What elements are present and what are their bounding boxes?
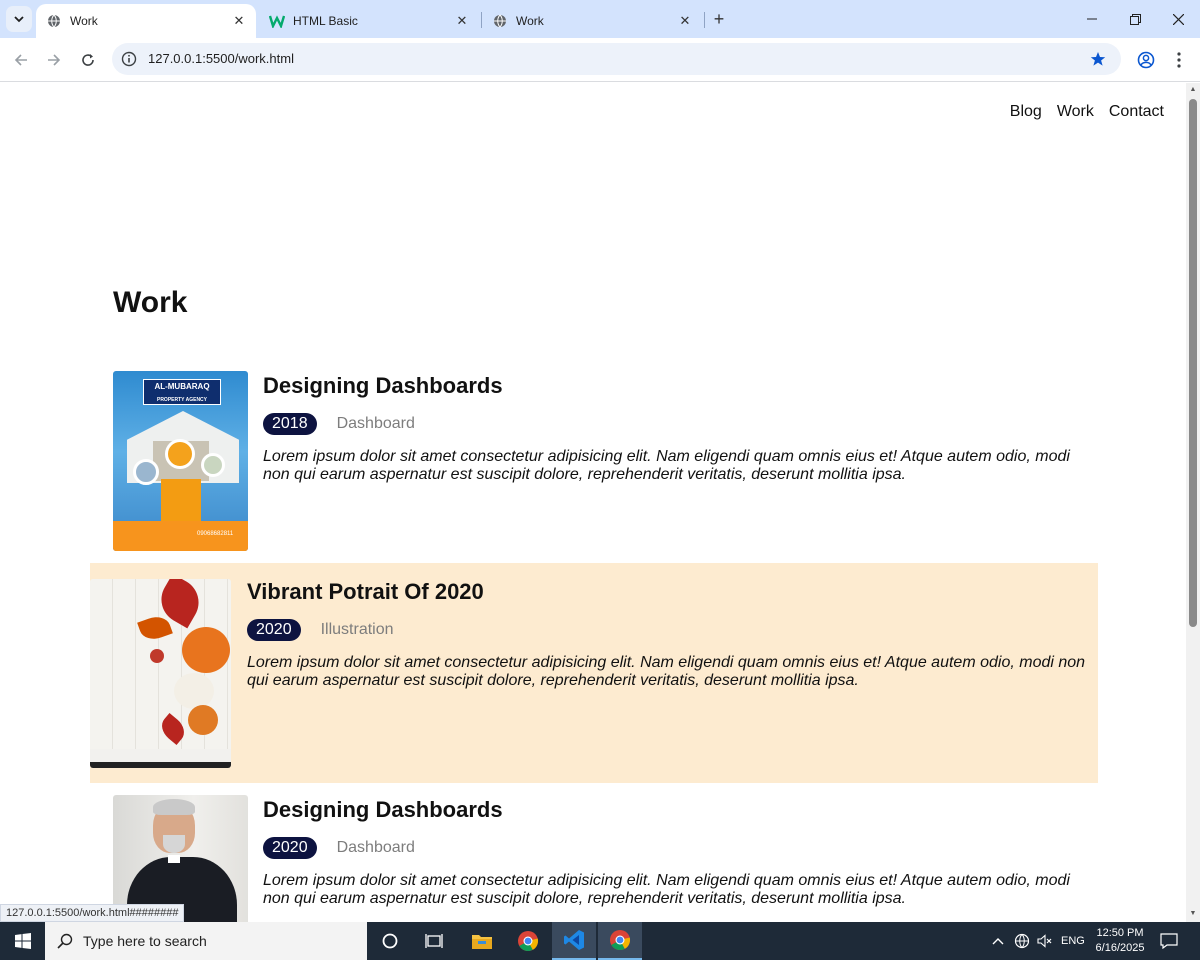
tab-html-basic[interactable]: HTML Basic ✕ <box>259 4 479 38</box>
work-meta: 2020 Illustration <box>247 619 1098 641</box>
work-title: Vibrant Potrait Of 2020 <box>247 579 484 604</box>
close-icon[interactable]: ✕ <box>453 12 471 30</box>
flyer-brand-text: AL-MUBARAQ <box>154 382 210 391</box>
work-item: AL-MUBARAQ PROPERTY AGENCY 09068682811 D… <box>113 371 1078 551</box>
nav-link-blog[interactable]: Blog <box>1010 103 1042 121</box>
globe-icon <box>46 13 62 29</box>
clock-time: 12:50 PM <box>1096 927 1144 939</box>
close-window-icon[interactable] <box>1156 0 1200 38</box>
globe-icon <box>492 13 508 29</box>
forward-arrow-icon[interactable] <box>41 47 67 73</box>
browser-tab-bar: Work ✕ HTML Basic ✕ Work ✕ + <box>0 0 1200 38</box>
work-body: Designing Dashboards 2018 Dashboard Lore… <box>263 371 1078 551</box>
work-meta: 2018 Dashboard <box>263 413 1078 435</box>
page-title: Work <box>113 286 188 319</box>
bookmark-star-icon[interactable] <box>1087 48 1109 70</box>
work-title: Designing Dashboards <box>263 373 503 398</box>
clock-date: 6/16/2025 <box>1095 942 1145 954</box>
year-badge: 2018 <box>263 413 317 435</box>
work-title: Designing Dashboards <box>263 797 503 822</box>
cortana-icon[interactable] <box>368 922 412 960</box>
restore-icon[interactable] <box>1113 0 1157 38</box>
tab-title: HTML Basic <box>293 14 358 28</box>
search-placeholder: Type here to search <box>83 933 207 949</box>
taskbar-search-box[interactable]: Type here to search <box>45 922 367 960</box>
scroll-down-arrow-icon[interactable]: ▼ <box>1189 910 1197 918</box>
reload-icon[interactable] <box>75 47 101 73</box>
work-category: Dashboard <box>336 415 415 432</box>
file-explorer-icon[interactable] <box>460 922 504 960</box>
work-description: Lorem ipsum dolor sit amet consectetur a… <box>247 654 1086 689</box>
work-body: Vibrant Potrait Of 2020 2020 Illustratio… <box>247 563 1098 783</box>
volume-muted-icon[interactable] <box>1037 922 1053 960</box>
chevron-down-icon <box>14 16 24 23</box>
site-info-icon[interactable] <box>120 50 138 68</box>
site-nav: Blog Work Contact <box>1010 103 1164 121</box>
work-item-featured: Vibrant Potrait Of 2020 2020 Illustratio… <box>90 563 1098 783</box>
browser-toolbar: 127.0.0.1:5500/work.html <box>0 38 1200 82</box>
flyer-phone-text: 09068682811 <box>197 531 234 537</box>
work-description: Lorem ipsum dolor sit amet consectetur a… <box>263 448 1070 483</box>
work-category: Dashboard <box>336 839 415 856</box>
year-badge: 2020 <box>263 837 317 859</box>
kebab-menu-icon[interactable] <box>1167 48 1191 72</box>
status-bar-url: 127.0.0.1:5500/work.html######## <box>0 904 185 922</box>
scrollbar-thumb[interactable] <box>1189 99 1197 627</box>
url-text: 127.0.0.1:5500/work.html <box>148 51 294 66</box>
work-thumbnail-portrait-man <box>113 795 248 922</box>
page-viewport: Blog Work Contact Work AL-MUBARAQ PROPER… <box>0 83 1186 922</box>
network-globe-icon[interactable] <box>1014 922 1030 960</box>
tab-work[interactable]: Work ✕ <box>482 4 702 38</box>
nav-link-contact[interactable]: Contact <box>1109 103 1164 121</box>
work-body: Designing Dashboards 2020 Dashboard Lore… <box>263 795 1078 922</box>
year-badge: 2020 <box>247 619 301 641</box>
back-arrow-icon[interactable] <box>8 47 34 73</box>
tab-title: Work <box>516 14 544 28</box>
w3schools-icon <box>269 13 285 29</box>
flyer-subtitle-text: PROPERTY AGENCY <box>156 397 207 403</box>
windows-start-icon[interactable] <box>0 922 45 960</box>
work-category: Illustration <box>320 621 394 638</box>
search-icon <box>57 933 73 949</box>
work-item: Designing Dashboards 2020 Dashboard Lore… <box>113 795 1078 922</box>
work-thumbnail-autumn-pumpkin <box>90 579 231 768</box>
close-icon[interactable]: ✕ <box>230 12 248 30</box>
notifications-icon[interactable] <box>1160 922 1178 960</box>
tab-work-active[interactable]: Work ✕ <box>36 4 256 38</box>
work-thumbnail-property-flyer: AL-MUBARAQ PROPERTY AGENCY 09068682811 <box>113 371 248 551</box>
close-icon[interactable]: ✕ <box>676 12 694 30</box>
tab-search-button[interactable] <box>6 6 32 32</box>
nav-link-work[interactable]: Work <box>1057 103 1094 121</box>
chrome-active-icon[interactable] <box>598 922 642 960</box>
tab-separator <box>704 12 705 28</box>
minimize-icon[interactable] <box>1070 0 1114 38</box>
chrome-icon[interactable] <box>506 922 550 960</box>
tray-chevron-up-icon[interactable] <box>992 922 1004 960</box>
work-meta: 2020 Dashboard <box>263 837 1078 859</box>
scroll-up-arrow-icon[interactable]: ▲ <box>1189 86 1197 94</box>
profile-icon[interactable] <box>1134 48 1158 72</box>
vertical-scrollbar[interactable]: ▲ ▼ <box>1186 83 1200 922</box>
work-description: Lorem ipsum dolor sit amet consectetur a… <box>263 872 1070 907</box>
system-clock[interactable]: 12:50 PM 6/16/2025 <box>1092 926 1148 956</box>
address-bar[interactable]: 127.0.0.1:5500/work.html <box>112 43 1121 75</box>
vscode-icon[interactable] <box>552 922 596 960</box>
language-indicator[interactable]: ENG <box>1061 922 1085 960</box>
tab-title: Work <box>70 14 98 28</box>
task-view-icon[interactable] <box>412 922 456 960</box>
windows-taskbar: Type here to search ENG 12:50 PM 6/16/20… <box>0 922 1200 960</box>
new-tab-plus-icon[interactable]: + <box>708 8 730 30</box>
